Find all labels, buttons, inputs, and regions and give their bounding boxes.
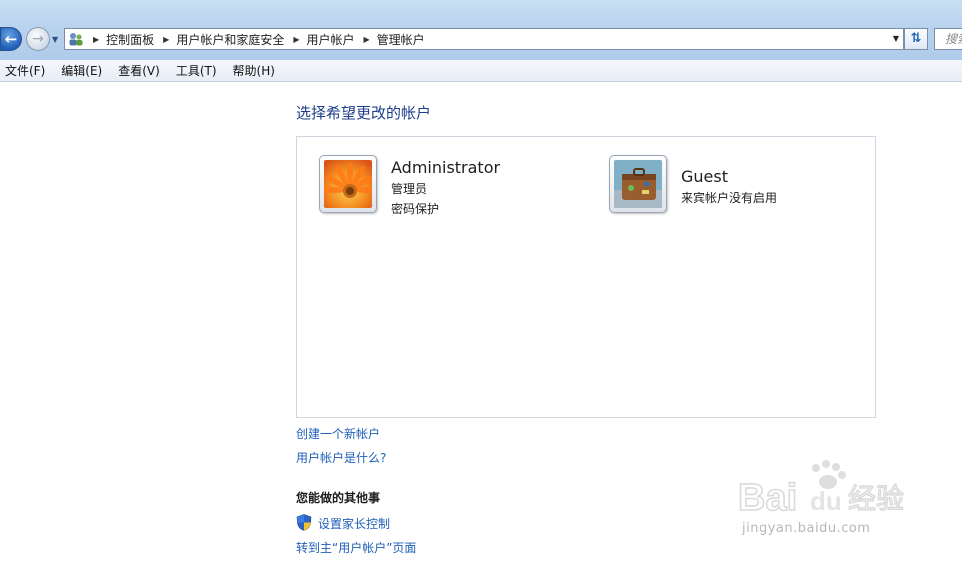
back-button[interactable]: ← [0,27,22,51]
avatar[interactable] [319,155,378,213]
breadcrumb-manage-accounts[interactable]: 管理帐户 [377,31,425,48]
flower-avatar-icon [322,160,378,208]
svg-text:Bai: Bai [738,477,797,519]
page-title: 选择希望更改的帐户 [296,104,432,122]
account-name[interactable]: Administrator [391,158,500,177]
svg-text:经验: 经验 [848,482,904,515]
other-tasks-heading: 您能做的其他事 [296,491,381,505]
breadcrumb: ▶ 控制面板 ▶ 用户帐户和家庭安全 ▶ 用户帐户 ▶ 管理帐户 [89,29,425,49]
accounts-panel: Administrator 管理员 密码保护 Guest 来宾帐户没有启用 [296,136,876,418]
account-name[interactable]: Guest [681,167,777,186]
address-dropdown-icon[interactable]: ▼ [893,29,899,49]
refresh-arrows-icon: ⇅ [910,31,922,46]
parental-controls-link[interactable]: 设置家长控制 [318,515,390,532]
menu-bar: 文件(F) 编辑(E) 查看(V) 工具(T) 帮助(H) [0,60,962,82]
recent-pages-dropdown[interactable]: ▼ [52,36,62,44]
breadcrumb-separator-icon[interactable]: ▶ [163,35,169,44]
watermark-url: jingyan.baidu.com [742,521,871,536]
refresh-button[interactable]: ⇅ [904,28,928,50]
go-to-user-accounts-link[interactable]: 转到主“用户帐户”页面 [296,539,416,556]
account-tile-administrator[interactable]: Administrator 管理员 密码保护 [319,155,500,217]
forward-button[interactable]: → [26,27,50,51]
control-panel-users-icon [69,33,83,46]
menu-edit[interactable]: 编辑(E) [56,62,110,79]
breadcrumb-separator-icon[interactable]: ▶ [293,35,299,44]
account-tile-guest[interactable]: Guest 来宾帐户没有启用 [609,155,777,213]
window-frame: ← → ▼ ▶ 控制面板 ▶ 用户帐户和家庭安全 ▶ 用户帐户 ▶ 管理帐户 ▼… [0,0,962,60]
breadcrumb-user-accounts[interactable]: 用户帐户 [307,31,355,48]
breadcrumb-control-panel[interactable]: 控制面板 [106,31,154,48]
menu-help[interactable]: 帮助(H) [228,62,283,79]
suitcase-avatar-icon [614,160,662,208]
create-account-link[interactable]: 创建一个新帐户 [296,425,380,442]
menu-view[interactable]: 查看(V) [113,62,168,79]
search-input[interactable]: 搜索 [934,28,962,50]
breadcrumb-user-accounts-family[interactable]: 用户帐户和家庭安全 [176,31,284,48]
account-status: 来宾帐户没有启用 [681,191,778,205]
menu-file[interactable]: 文件(F) [0,62,53,79]
address-bar[interactable]: ▶ 控制面板 ▶ 用户帐户和家庭安全 ▶ 用户帐户 ▶ 管理帐户 ▼ [64,28,904,50]
breadcrumb-separator-icon[interactable]: ▶ [364,35,370,44]
svg-text:du: du [810,486,842,516]
avatar[interactable] [609,155,667,213]
account-status: 密码保护 [391,202,440,216]
what-is-user-account-link[interactable]: 用户帐户是什么? [296,449,386,466]
uac-shield-icon [296,514,312,531]
breadcrumb-separator-icon[interactable]: ▶ [93,35,99,44]
menu-tools[interactable]: 工具(T) [171,62,225,79]
account-type: 管理员 [391,182,428,196]
